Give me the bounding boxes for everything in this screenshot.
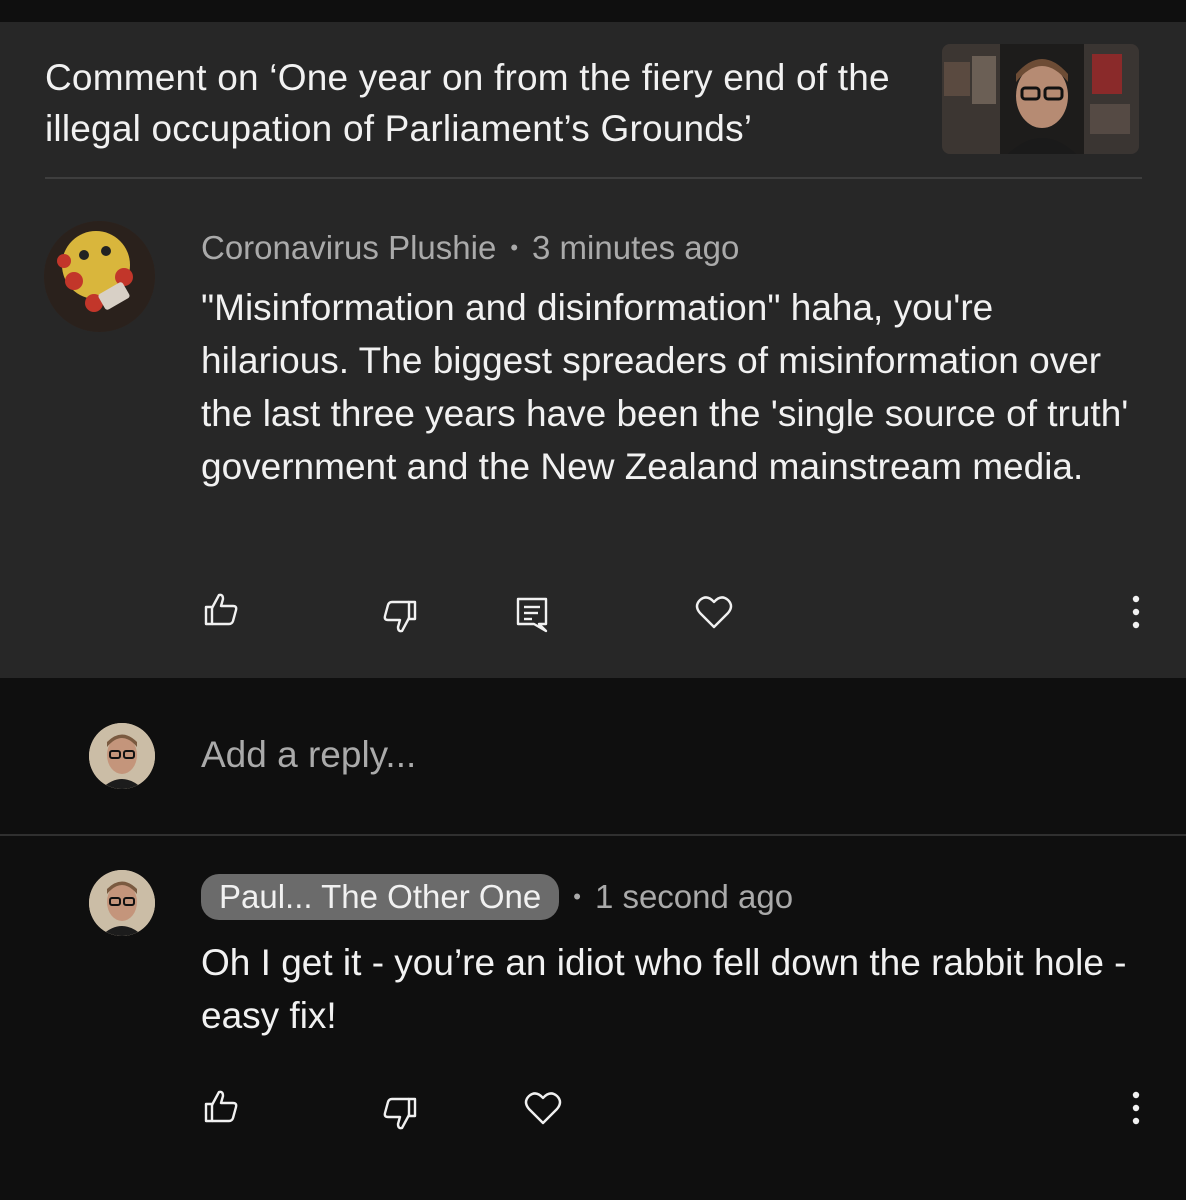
more-options-button[interactable]: [1116, 1088, 1156, 1128]
header-divider: [45, 177, 1142, 179]
more-vertical-icon: [1132, 595, 1140, 629]
comment-meta: Coronavirus Plushie • 3 minutes ago: [201, 229, 739, 267]
reply-input-area: [0, 678, 1186, 834]
reply-button[interactable]: [512, 594, 552, 634]
user-avatar-image: [89, 723, 155, 789]
like-button[interactable]: [201, 590, 241, 630]
reply-author-chip[interactable]: Paul... The Other One: [201, 874, 560, 920]
comment-author[interactable]: Coronavirus Plushie: [201, 229, 496, 267]
dislike-button[interactable]: [380, 596, 420, 636]
video-thumbnail-image: [942, 44, 1139, 154]
dislike-button[interactable]: [380, 1093, 420, 1133]
comment-icon: [516, 597, 548, 633]
heart-button[interactable]: [694, 592, 734, 632]
comment-timestamp: 3 minutes ago: [532, 229, 740, 266]
reply-author-avatar-image: [89, 870, 155, 936]
more-options-button[interactable]: [1116, 592, 1156, 632]
reply-input[interactable]: Add a reply...: [201, 734, 416, 776]
reply-text: Oh I get it - you’re an idiot who fell d…: [201, 942, 1127, 1036]
thumbs-up-icon: [204, 1090, 238, 1123]
avatar[interactable]: [89, 723, 155, 789]
meta-separator: •: [573, 884, 581, 909]
heart-icon: [695, 596, 733, 629]
like-button[interactable]: [201, 1087, 241, 1127]
avatar[interactable]: [89, 870, 155, 936]
thumbs-up-icon: [204, 593, 238, 626]
comment-header: Comment on ‘One year on from the fiery e…: [45, 52, 905, 154]
reply-timestamp: 1 second ago: [594, 878, 794, 915]
thumbs-down-icon: [383, 600, 417, 633]
more-vertical-icon: [1132, 1091, 1140, 1125]
reply-meta: Paul... The Other One • 1 second ago: [201, 874, 793, 920]
video-title[interactable]: Comment on ‘One year on from the fiery e…: [45, 52, 905, 154]
plushie-avatar-image: [44, 221, 155, 332]
video-thumbnail[interactable]: [942, 44, 1139, 154]
heart-icon: [524, 1092, 562, 1125]
comment-text: "Misinformation and disinformation" haha…: [201, 287, 1129, 487]
top-strip: [0, 0, 1186, 22]
avatar[interactable]: [44, 221, 155, 332]
reply-divider: [0, 834, 1186, 836]
heart-button[interactable]: [523, 1088, 563, 1128]
thumbs-down-icon: [383, 1097, 417, 1130]
meta-separator: •: [510, 235, 519, 260]
